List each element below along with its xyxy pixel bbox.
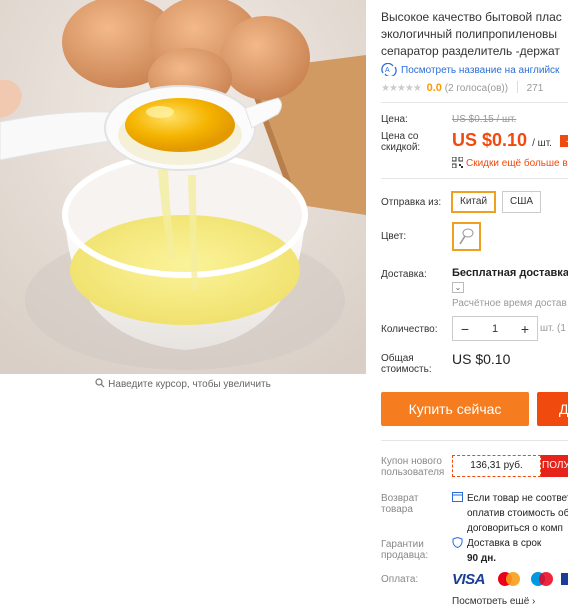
rating-votes[interactable]: (2 голоса(ов)) bbox=[445, 83, 508, 94]
guarantee-days: 90 дн. bbox=[467, 553, 497, 564]
magnifier-icon bbox=[95, 378, 105, 391]
svg-text:A: A bbox=[385, 67, 390, 74]
rating-row: ★★★★★ 0.0 (2 голоса(ов)) 271 bbox=[381, 81, 543, 94]
color-label: Цвет: bbox=[381, 231, 407, 242]
old-price: US $0.15 / шт. bbox=[452, 114, 517, 125]
ship-from-option-china[interactable]: Китай bbox=[451, 191, 497, 213]
quantity-label: Количество: bbox=[381, 324, 438, 335]
quantity-plus-button[interactable]: + bbox=[513, 321, 537, 337]
returns-line: оплатив стоимость об bbox=[467, 508, 568, 519]
ship-from-option-usa[interactable]: США bbox=[502, 191, 542, 213]
zoom-hint: Наведите курсор, чтобы увеличить bbox=[0, 378, 366, 391]
product-image[interactable] bbox=[0, 0, 366, 374]
qr-code-icon bbox=[451, 156, 464, 171]
see-more-payment-link[interactable]: Посмотреть ещё › bbox=[452, 596, 535, 604]
return-policy-icon bbox=[452, 492, 463, 505]
maestro-icon bbox=[528, 571, 556, 587]
returns-line: Если товар не соответ bbox=[467, 493, 568, 504]
divider bbox=[381, 178, 568, 179]
rating-value: 0.0 bbox=[426, 82, 442, 94]
quantity-stepper: − 1 + bbox=[452, 316, 538, 341]
guarantee-line: Доставка в срок bbox=[467, 538, 542, 549]
product-title-line: сепаратор разделитель -держат bbox=[381, 44, 560, 58]
ship-from-label: Отправка из: bbox=[381, 197, 442, 208]
returns-text: Если товар не соответ оплатив стоимость … bbox=[467, 491, 568, 536]
orders-count: 271 bbox=[526, 83, 544, 94]
returns-label: Возврат товара bbox=[381, 493, 419, 515]
visa-logo: VISA bbox=[452, 571, 486, 588]
quantity-unit: шт. (1 bbox=[540, 323, 566, 334]
mastercard-icon bbox=[495, 571, 523, 587]
delivery-dropdown-chevron-down-icon[interactable]: ⌄ bbox=[452, 282, 464, 293]
rating-stars: ★★★★★ bbox=[381, 83, 422, 94]
see-more-text: Посмотреть ещё bbox=[452, 596, 530, 604]
chevron-right-icon: › bbox=[532, 596, 536, 604]
translate-icon: A bbox=[381, 62, 397, 78]
color-swatch[interactable] bbox=[452, 222, 481, 251]
product-photo-illustration bbox=[0, 0, 366, 374]
coupon-value: 136,31 руб. bbox=[452, 455, 541, 477]
discount-price-label: Цена со скидкой: bbox=[381, 131, 421, 153]
card-icon bbox=[561, 571, 568, 587]
payment-label: Оплата: bbox=[381, 574, 419, 585]
divider bbox=[381, 440, 568, 441]
divider bbox=[516, 81, 518, 93]
shield-icon bbox=[452, 536, 463, 551]
quantity-input[interactable]: 1 bbox=[477, 323, 513, 335]
quantity-minus-button[interactable]: − bbox=[453, 321, 477, 337]
guarantee-text: Доставка в срок 90 дн. bbox=[467, 536, 541, 566]
product-title-line: экологичный полипропиленовы bbox=[381, 27, 557, 41]
guarantee-label: Гарантии продавца: bbox=[381, 539, 429, 561]
more-discounts-link[interactable]: Скидки ещё больше в bbox=[451, 156, 568, 171]
add-to-cart-button[interactable]: Д bbox=[537, 392, 568, 426]
price-unit: / шт. bbox=[532, 138, 552, 149]
discount-price-value: US $0.10 bbox=[452, 130, 528, 150]
product-title: Высокое качество бытовой плас экологичны… bbox=[381, 9, 568, 60]
total-value: US $0.10 bbox=[452, 351, 511, 367]
buy-now-button[interactable]: Купить сейчас bbox=[381, 392, 529, 426]
returns-line: договориться о комп bbox=[467, 523, 563, 534]
zoom-hint-text: Наведите курсор, чтобы увеличить bbox=[108, 379, 271, 390]
coupon-label: Купон нового пользователя bbox=[381, 456, 445, 478]
translate-link-text: Посмотреть название на английск bbox=[401, 65, 560, 76]
price-label: Цена: bbox=[381, 114, 408, 125]
product-info-panel: Высокое качество бытовой плас экологичны… bbox=[381, 0, 568, 604]
divider bbox=[381, 102, 568, 103]
delivery-label: Доставка: bbox=[381, 269, 427, 280]
discount-badge: - bbox=[560, 135, 568, 147]
delivery-text: Бесплатная доставка в bbox=[452, 267, 568, 279]
delivery-estimate: Расчётное время достав bbox=[452, 298, 567, 309]
get-coupon-button[interactable]: ПОЛУ bbox=[541, 455, 568, 477]
product-title-line: Высокое качество бытовой плас bbox=[381, 10, 562, 24]
total-label: Общая стоимость: bbox=[381, 353, 432, 375]
more-discounts-text: Скидки ещё больше в bbox=[466, 158, 568, 169]
discount-price: US $0.10 / шт. - bbox=[452, 130, 568, 151]
separator-thumbnail-icon bbox=[459, 228, 474, 245]
translate-title-link[interactable]: A Посмотреть название на английск bbox=[381, 62, 560, 78]
